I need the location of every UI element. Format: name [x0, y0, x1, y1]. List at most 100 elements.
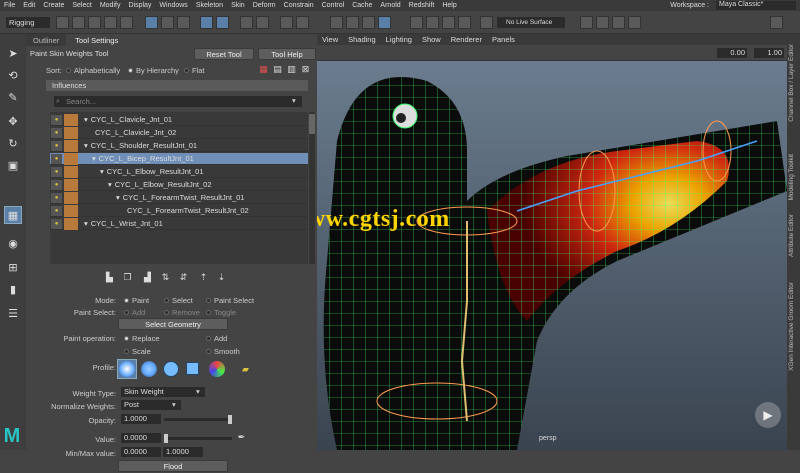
influence-row[interactable]: ● CYC_L_ForearmTwist_ResultJnt_02 — [50, 205, 308, 217]
lock-icon[interactable]: ● — [51, 180, 62, 190]
modeling-toolkit-tab[interactable]: Modeling Toolkit — [788, 154, 795, 201]
chevron-down-icon[interactable]: ▾ — [116, 193, 120, 202]
menu-constrain[interactable]: Constrain — [280, 2, 318, 9]
select-geometry-button[interactable]: Select Geometry — [118, 318, 228, 330]
profile-soft-icon[interactable] — [141, 361, 157, 377]
menu-set-dropdown[interactable]: Rigging — [6, 17, 50, 28]
snap-view-icon[interactable] — [256, 16, 269, 29]
lock-icon[interactable]: ● — [51, 193, 62, 203]
render-icon[interactable] — [330, 16, 343, 29]
influence-color-swatch[interactable] — [64, 127, 78, 139]
render-settings-icon[interactable] — [362, 16, 375, 29]
undo-icon[interactable] — [104, 16, 117, 29]
viewport-menu-lighting[interactable]: Lighting — [381, 34, 417, 45]
mirror-weights-icon[interactable]: ⇅ — [160, 272, 171, 283]
user-icon[interactable] — [770, 16, 783, 29]
select-hierarchy-icon[interactable] — [145, 16, 158, 29]
menu-create[interactable]: Create — [39, 2, 68, 9]
influence-color-swatch[interactable] — [64, 140, 78, 152]
paint-select-toggle[interactable]: Toggle — [206, 308, 236, 317]
lock-icon[interactable]: ● — [51, 115, 62, 125]
viewport-menu-show[interactable]: Show — [417, 34, 446, 45]
chevron-down-icon[interactable]: ▾ — [84, 141, 88, 150]
symmetry-icon[interactable] — [426, 16, 439, 29]
profile-gaussian-icon[interactable] — [119, 361, 135, 377]
influence-color-swatch[interactable] — [64, 166, 78, 178]
tool-help-button[interactable]: Tool Help — [258, 48, 316, 60]
profile-image-icon[interactable] — [209, 361, 225, 377]
viewport-menu-shading[interactable]: Shading — [343, 34, 381, 45]
opacity-slider[interactable] — [164, 418, 232, 421]
rotate-tool-icon[interactable]: ↻ — [4, 134, 22, 152]
min-value-field[interactable]: 0.0000 — [121, 447, 161, 457]
influence-row[interactable]: ● ▾ CYC_L_Bicep_ResultJnt_01 — [50, 153, 308, 165]
value-slider[interactable] — [164, 437, 232, 440]
save-scene-icon[interactable] — [88, 16, 101, 29]
side-view-icon[interactable]: ▮ — [4, 280, 22, 298]
lock-icon[interactable]: ● — [51, 206, 62, 216]
outliner-view-icon[interactable]: ☰ — [4, 304, 22, 322]
tab-outliner[interactable]: Outliner — [26, 34, 67, 46]
exposure-field[interactable]: 0.00 — [717, 48, 747, 58]
scrollbar-thumb[interactable] — [309, 114, 315, 134]
new-scene-icon[interactable] — [56, 16, 69, 29]
menu-edit[interactable]: Edit — [19, 2, 39, 9]
menu-skin[interactable]: Skin — [227, 2, 249, 9]
hypershade-icon[interactable] — [378, 16, 391, 29]
chevron-down-icon[interactable]: ▾ — [84, 219, 88, 228]
collapse-icon[interactable]: ▥ — [286, 64, 297, 75]
influence-row[interactable]: ● ▾ CYC_L_ForearmTwist_ResultJnt_01 — [50, 192, 308, 204]
select-component-icon[interactable] — [177, 16, 190, 29]
magnet-icon[interactable] — [480, 16, 493, 29]
menu-deform[interactable]: Deform — [249, 2, 280, 9]
mode-select[interactable]: Select — [164, 296, 193, 305]
filter-icon[interactable]: ▦ — [258, 64, 269, 75]
lock-icon[interactable]: ● — [51, 154, 62, 164]
viewport-scene[interactable]: persp — [317, 61, 787, 450]
expand-icon[interactable]: ▤ — [272, 64, 283, 75]
influence-row[interactable]: ● CYC_L_Clavicle_Jnt_02 — [50, 127, 308, 139]
paint-op-replace[interactable]: Replace — [124, 334, 160, 343]
lock-weights-icon[interactable]: ⊠ — [300, 64, 311, 75]
sort-flat[interactable]: Flat — [184, 66, 205, 75]
sort-alphabetically[interactable]: Alphabetically — [66, 66, 120, 75]
attribute-editor-tab[interactable]: Attribute Editor — [788, 214, 795, 257]
select-tool-icon[interactable]: ➤ — [4, 44, 22, 62]
chevron-down-icon[interactable]: ▾ — [84, 115, 88, 124]
profile-solid-icon[interactable] — [163, 361, 179, 377]
influence-row[interactable]: ● ▾ CYC_L_Elbow_ResultJnt_01 — [50, 166, 308, 178]
unhold-weights-icon[interactable]: ⇣ — [216, 272, 227, 283]
viewport-menu-renderer[interactable]: Renderer — [446, 34, 487, 45]
paint-op-scale[interactable]: Scale — [124, 347, 151, 356]
channel-box-tab[interactable]: Channel Box / Layer Editor — [788, 44, 795, 122]
ipr-render-icon[interactable] — [346, 16, 359, 29]
influences-scrollbar[interactable] — [309, 112, 315, 264]
folder-icon[interactable]: ▰ — [240, 364, 251, 375]
influence-color-swatch[interactable] — [64, 179, 78, 191]
snap-point-icon[interactable] — [240, 16, 253, 29]
flood-button[interactable]: Flood — [118, 460, 228, 472]
copy-weights-icon[interactable]: ❐ — [122, 272, 133, 283]
max-value-field[interactable]: 1.0000 — [163, 447, 203, 457]
influence-color-swatch[interactable] — [64, 153, 78, 165]
mode-paint-select[interactable]: Paint Select — [206, 296, 254, 305]
influence-row[interactable]: ● ▾ CYC_L_Shoulder_ResultJnt_01 — [50, 140, 308, 152]
menu-cache[interactable]: Cache — [348, 2, 376, 9]
redshift-icon[interactable] — [612, 16, 625, 29]
menu-help[interactable]: Help — [438, 2, 460, 9]
reset-tool-button[interactable]: Reset Tool — [194, 48, 254, 60]
redo-icon[interactable] — [120, 16, 133, 29]
menu-skeleton[interactable]: Skeleton — [192, 2, 227, 9]
color-picker-icon[interactable]: ✒ — [236, 432, 247, 443]
sort-by-hierarchy[interactable]: By Hierarchy — [128, 66, 179, 75]
gamma-field[interactable]: 1.00 — [754, 48, 784, 58]
value-field[interactable]: 0.0000 — [121, 433, 161, 443]
menu-display[interactable]: Display — [124, 2, 155, 9]
single-view-icon[interactable]: ◉ — [4, 234, 22, 252]
influence-row[interactable]: ● ▾ CYC_L_Wrist_Jnt_01 — [50, 218, 308, 230]
lasso-tool-icon[interactable]: ⟲ — [4, 66, 22, 84]
weight-type-dropdown[interactable]: Skin Weight — [121, 387, 205, 397]
lock-icon[interactable]: ● — [51, 128, 62, 138]
paste-weights-icon[interactable]: ▟ — [142, 272, 153, 283]
xgen-groom-editor-tab[interactable]: XGen Interactive Groom Editor — [788, 282, 795, 371]
